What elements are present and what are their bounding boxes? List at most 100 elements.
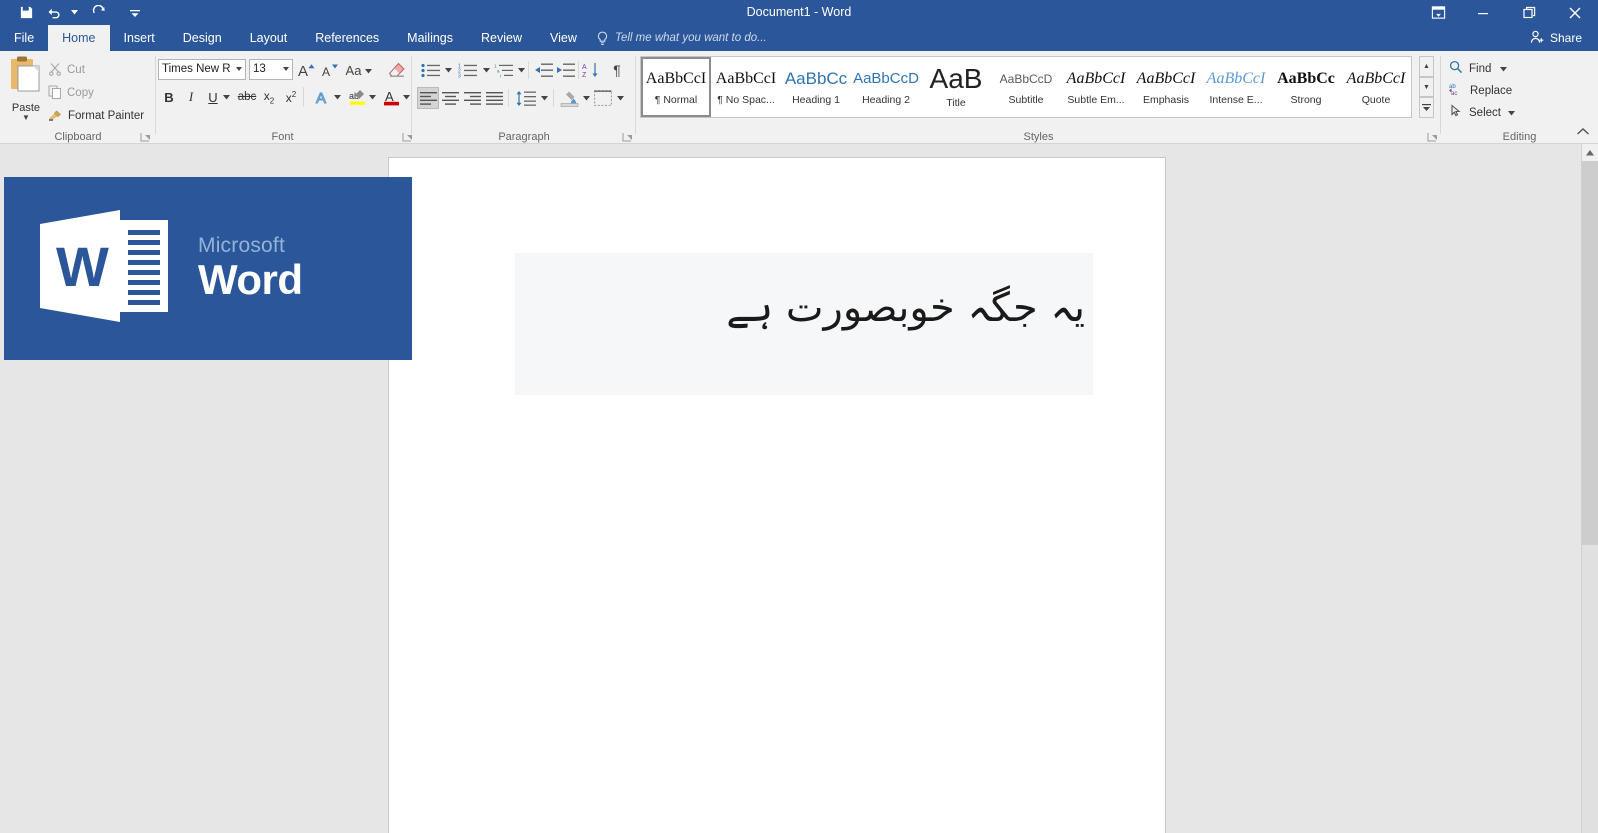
paragraph-separator-4 [553,89,554,107]
share-button[interactable]: Share [1522,28,1590,48]
customize-qat-icon[interactable] [121,2,149,24]
find-caret-icon[interactable] [1500,63,1508,75]
sort-icon[interactable]: AZ [580,59,602,81]
style-label: ¶ Normal [654,94,698,106]
save-icon[interactable] [12,2,40,24]
undo-dropdown-caret-icon[interactable] [68,2,80,24]
collapse-ribbon-button[interactable] [1576,124,1590,142]
svg-text:ab: ab [1449,84,1456,90]
style-heading-1[interactable]: AaBbCc Heading 1 [781,57,851,117]
styles-group-label: Styles [1023,131,1054,143]
styles-more-button[interactable] [1419,97,1434,119]
bullets-icon[interactable] [418,59,444,81]
styles-scroll-buttons: ▲ ▼ [1419,56,1434,119]
ribbon-group-styles: AaBbCcI ¶ Normal AaBbCcI ¶ No Spac... Aa… [636,51,1441,144]
tab-view[interactable]: View [536,25,591,51]
document-page[interactable]: یہ جگہ خوبصورت ہے [388,157,1166,833]
word-splash-overlay: W Microsoft Word [4,177,412,360]
select-button[interactable]: Select [1449,102,1515,123]
style-label: Emphasis [1142,94,1190,106]
minimize-icon[interactable] [1460,0,1506,25]
style-intense-emphasis[interactable]: AaBbCcI Intense E... [1201,57,1271,117]
replace-icon: ab ac [1449,82,1464,99]
style-subtle-emphasis[interactable]: AaBbCcI Subtle Em... [1061,57,1131,117]
document-text[interactable]: یہ جگہ خوبصورت ہے [515,253,1093,395]
paragraph-dialog-launcher[interactable] [622,130,633,142]
title-bar: Document1 - Word [0,0,1598,25]
ribbon-tab-row: File Home Insert Design Layout Reference… [0,25,1598,51]
show-formatting-marks-icon[interactable]: ¶ [606,59,628,81]
tab-layout[interactable]: Layout [236,25,302,51]
undo-icon[interactable] [40,2,68,24]
shading-caret-icon[interactable] [580,87,592,109]
brand-microsoft-label: Microsoft [198,233,285,257]
tab-references[interactable]: References [301,25,393,51]
select-caret-icon[interactable] [1507,107,1515,119]
tab-mailings[interactable]: Mailings [393,25,467,51]
tab-insert[interactable]: Insert [110,25,169,51]
search-icon [1449,60,1463,77]
style-preview: AaBbCc [1277,70,1335,87]
styles-scroll-up-button[interactable]: ▲ [1419,56,1434,77]
line-spacing-icon[interactable] [514,87,538,109]
style-preview: AaBbCcI [1066,70,1126,87]
style-preview: AaB [929,65,983,93]
ribbon-tabs: File Home Insert Design Layout Reference… [0,25,591,51]
tab-design[interactable]: Design [169,25,236,51]
style-preview: AaBbCcI [1206,70,1266,87]
paragraph-separator-2 [578,61,579,79]
style-quote[interactable]: AaBbCcI Quote [1341,57,1411,117]
decrease-indent-icon[interactable] [532,59,554,81]
style-label: Quote [1361,94,1391,106]
tell-me-search[interactable]: Tell me what you want to do... [596,25,767,51]
replace-label: Replace [1470,84,1513,97]
borders-icon[interactable] [592,87,614,109]
ribbon-display-options-icon[interactable] [1416,0,1460,25]
justify-icon[interactable] [483,87,505,109]
style-subtitle[interactable]: AaBbCcD Subtitle [991,57,1061,117]
vertical-scrollbar[interactable] [1581,144,1598,833]
find-label: Find [1469,62,1492,75]
find-button[interactable]: Find [1449,58,1508,79]
tab-home[interactable]: Home [48,25,110,51]
scroll-up-arrow-icon[interactable] [1582,144,1598,161]
tab-review[interactable]: Review [467,25,536,51]
select-label: Select [1469,106,1501,119]
styles-dialog-launcher[interactable] [1427,130,1438,142]
style-strong[interactable]: AaBbCc Strong [1271,57,1341,117]
align-right-icon[interactable] [461,87,483,109]
style-label: ¶ No Spac... [717,94,775,106]
ribbon: Paste ▼ Cut Copy Format Painter Clipboar… [0,51,1598,144]
svg-text:ac: ac [1451,91,1457,96]
styles-scroll-down-button[interactable]: ▼ [1419,76,1434,98]
style-no-spacing[interactable]: AaBbCcI ¶ No Spac... [711,57,781,117]
replace-button[interactable]: ab ac Replace [1449,80,1512,101]
style-preview: AaBbCcI [645,70,707,87]
restore-icon[interactable] [1506,0,1552,25]
style-preview: AaBbCcD [853,70,919,87]
numbering-icon[interactable]: 123 [455,59,481,81]
increase-indent-icon[interactable] [554,59,576,81]
bullets-caret-icon[interactable] [442,59,454,81]
style-label: Heading 1 [792,94,840,106]
style-label: Heading 2 [862,94,910,106]
scrollbar-thumb[interactable] [1582,161,1598,545]
style-heading-2[interactable]: AaBbCcD Heading 2 [851,57,921,117]
paragraph-separator [528,61,529,79]
shading-icon[interactable] [558,87,580,109]
redo-icon[interactable] [85,2,113,24]
style-emphasis[interactable]: AaBbCcI Emphasis [1131,57,1201,117]
style-normal[interactable]: AaBbCcI ¶ Normal [641,57,711,117]
line-spacing-caret-icon[interactable] [538,87,550,109]
multilevel-caret-icon[interactable] [515,59,527,81]
borders-caret-icon[interactable] [614,87,626,109]
share-person-icon [1530,30,1545,47]
scrollbar-track[interactable] [1582,545,1598,833]
multilevel-list-icon[interactable]: 1ai [491,59,517,81]
tab-file[interactable]: File [0,25,48,51]
align-center-icon[interactable] [439,87,461,109]
align-left-icon[interactable] [417,87,439,109]
close-icon[interactable] [1552,0,1598,25]
lightbulb-icon [596,31,609,46]
style-title[interactable]: AaB Title [921,57,991,117]
